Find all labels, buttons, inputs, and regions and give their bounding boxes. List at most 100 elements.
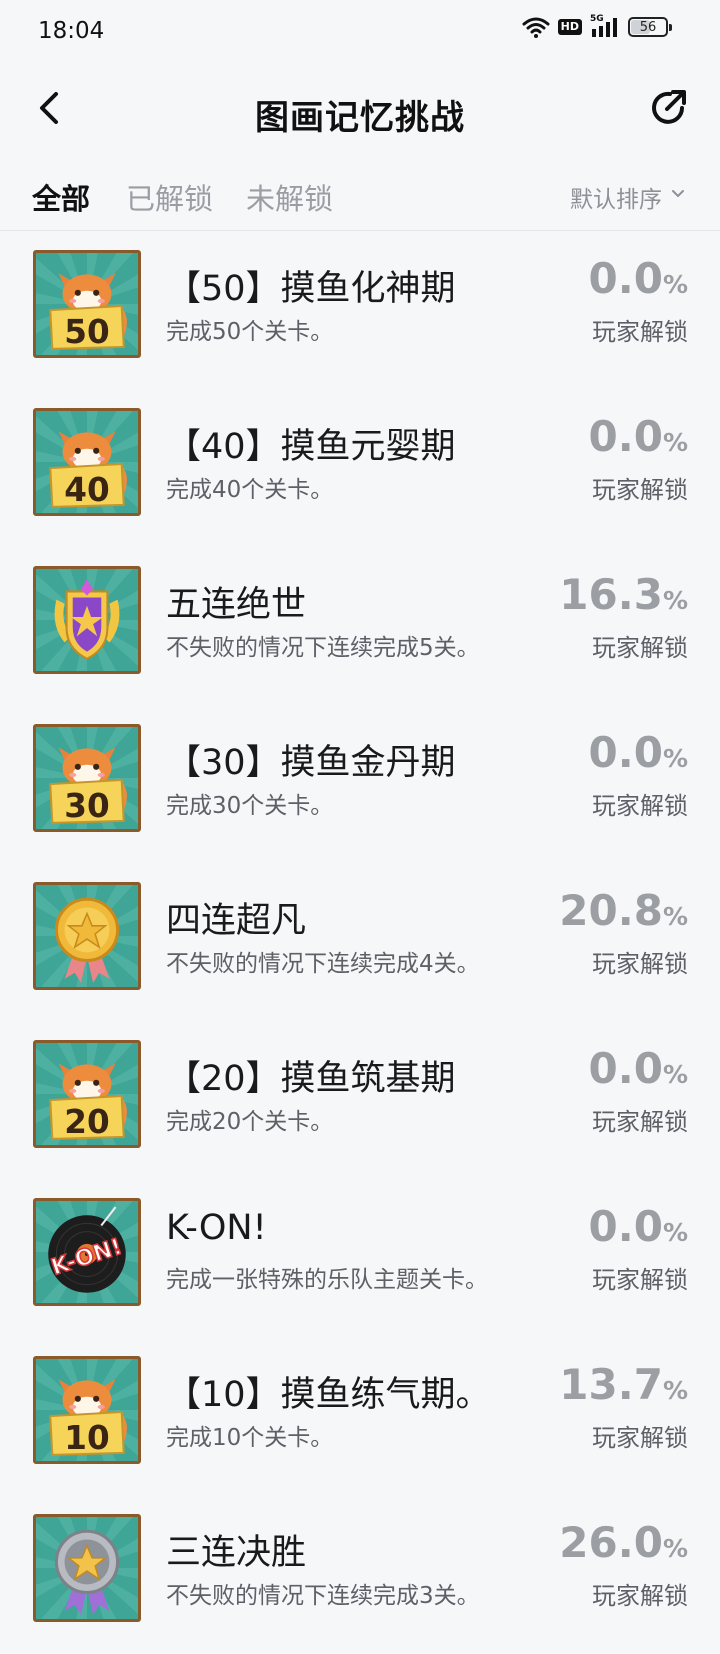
wifi-icon: [522, 17, 550, 38]
unlock-percent: 13.7%: [559, 1360, 688, 1409]
tab-locked[interactable]: 未解锁: [246, 176, 333, 218]
badge-number: 10: [64, 1419, 109, 1457]
unlock-percent-value: 0.0: [588, 1044, 663, 1093]
percent-sign: %: [662, 744, 688, 773]
achievement-row[interactable]: 50 【50】摸鱼化神期 完成50个关卡。 0.0% 玩家解锁: [0, 232, 720, 390]
unlock-percent: 0.0%: [589, 254, 688, 303]
achievement-row[interactable]: K-ON! K-ON! 完成一张特殊的乐队主题关卡。 0.0% 玩家解锁: [0, 1180, 720, 1338]
badge-art: K-ON!: [36, 1201, 138, 1303]
vinyl-record-badge-icon: K-ON!: [33, 1198, 141, 1306]
signal-icon: 5G: [590, 14, 620, 38]
badge-number: 50: [64, 313, 109, 351]
fox-10-badge-icon: 10: [33, 1356, 141, 1464]
achievement-description: 完成50个关卡。: [166, 319, 334, 345]
unlock-percent-value: 0.0: [588, 1202, 663, 1251]
status-icons: HD 5G 56: [522, 14, 672, 38]
tab-unlocked[interactable]: 已解锁: [126, 176, 213, 218]
battery-level: 56: [639, 19, 657, 35]
unlock-percent-value: 20.8: [559, 886, 663, 935]
hd-badge: HD: [557, 19, 582, 35]
achievement-description: 完成10个关卡。: [166, 1425, 334, 1451]
percent-sign: %: [662, 1218, 688, 1247]
fox-40-badge-icon: 40: [33, 408, 141, 516]
players-unlocked-label: 玩家解锁: [592, 1582, 688, 1610]
percent-sign: %: [662, 902, 688, 931]
title-bar: 图画记忆挑战: [0, 70, 720, 160]
fox-20-badge-icon: 20: [33, 1040, 141, 1148]
badge-art: [36, 885, 138, 987]
achievement-title: 四连超凡: [166, 901, 307, 941]
players-unlocked-label: 玩家解锁: [592, 1266, 688, 1294]
achievement-title: 【40】摸鱼元婴期: [166, 427, 456, 467]
achievement-row[interactable]: 四连超凡 不失败的情况下连续完成4关。 20.8% 玩家解锁: [0, 864, 720, 1022]
badge-number: 20: [64, 1103, 109, 1141]
achievement-list: 50 【50】摸鱼化神期 完成50个关卡。 0.0% 玩家解锁 40 【40】摸…: [0, 232, 720, 1654]
achievement-row[interactable]: 30 【30】摸鱼金丹期 完成30个关卡。 0.0% 玩家解锁: [0, 706, 720, 864]
percent-sign: %: [662, 428, 688, 457]
players-unlocked-label: 玩家解锁: [592, 1108, 688, 1136]
achievement-title: 【20】摸鱼筑基期: [166, 1059, 456, 1099]
players-unlocked-label: 玩家解锁: [592, 1424, 688, 1452]
achievement-description: 不失败的情况下连续完成5关。: [166, 635, 480, 661]
unlock-percent: 20.8%: [559, 886, 688, 935]
players-unlocked-label: 玩家解锁: [592, 792, 688, 820]
unlock-percent: 0.0%: [589, 728, 688, 777]
players-unlocked-label: 玩家解锁: [592, 318, 688, 346]
players-unlocked-label: 玩家解锁: [592, 476, 688, 504]
badge-art: [36, 1517, 138, 1619]
battery-icon: 56: [628, 17, 672, 37]
badge-art: 40: [36, 411, 138, 513]
percent-sign: %: [662, 270, 688, 299]
unlock-percent-value: 26.0: [559, 1518, 663, 1567]
percent-sign: %: [662, 1060, 688, 1089]
achievement-row[interactable]: 三连决胜 不失败的情况下连续完成3关。 26.0% 玩家解锁: [0, 1496, 720, 1654]
achievement-title: 三连决胜: [166, 1533, 307, 1573]
achievement-row[interactable]: 20 【20】摸鱼筑基期 完成20个关卡。 0.0% 玩家解锁: [0, 1022, 720, 1180]
status-bar: 18:04 HD 5G 56: [0, 0, 720, 64]
percent-sign: %: [662, 1534, 688, 1563]
unlock-percent: 0.0%: [589, 1202, 688, 1251]
unlock-percent-value: 0.0: [588, 412, 663, 461]
achievement-title: 五连绝世: [166, 585, 307, 625]
badge-art: 20: [36, 1043, 138, 1145]
fox-50-badge-icon: 50: [33, 250, 141, 358]
filter-tabs: 全部 已解锁 未解锁 默认排序: [0, 168, 720, 231]
badge-art: 30: [36, 727, 138, 829]
unlock-percent: 16.3%: [559, 570, 688, 619]
achievement-title: 【10】摸鱼练气期。: [166, 1375, 491, 1415]
achievement-title: K-ON!: [166, 1208, 267, 1248]
tab-all[interactable]: 全部: [32, 176, 90, 218]
badge-art: 10: [36, 1359, 138, 1461]
players-unlocked-label: 玩家解锁: [592, 634, 688, 662]
achievement-description: 完成一张特殊的乐队主题关卡。: [166, 1267, 488, 1293]
achievement-title: 【50】摸鱼化神期: [166, 269, 456, 309]
status-time: 18:04: [38, 18, 105, 44]
silver-medal-badge-icon: [33, 1514, 141, 1622]
achievement-description: 不失败的情况下连续完成4关。: [166, 951, 480, 977]
crown-shield-badge-icon: [33, 566, 141, 674]
achievement-description: 完成30个关卡。: [166, 793, 334, 819]
gold-medal-badge-icon: [33, 882, 141, 990]
badge-art: 50: [36, 253, 138, 355]
achievement-row[interactable]: 五连绝世 不失败的情况下连续完成5关。 16.3% 玩家解锁: [0, 548, 720, 706]
unlock-percent-value: 0.0: [588, 254, 663, 303]
unlock-percent: 0.0%: [589, 412, 688, 461]
unlock-percent: 0.0%: [589, 1044, 688, 1093]
badge-art: [36, 569, 138, 671]
fox-30-badge-icon: 30: [33, 724, 141, 832]
unlock-percent-value: 16.3: [559, 570, 663, 619]
unlock-percent-value: 0.0: [588, 728, 663, 777]
share-icon[interactable]: [646, 86, 690, 130]
page-title: 图画记忆挑战: [255, 98, 465, 138]
badge-number: 30: [64, 787, 109, 825]
unlock-percent: 26.0%: [559, 1518, 688, 1567]
percent-sign: %: [662, 586, 688, 615]
percent-sign: %: [662, 1376, 688, 1405]
sort-dropdown[interactable]: 默认排序: [570, 180, 662, 214]
achievement-description: 完成40个关卡。: [166, 477, 334, 503]
badge-number: 40: [64, 471, 109, 509]
chevron-down-icon[interactable]: [670, 186, 686, 202]
achievement-row[interactable]: 40 【40】摸鱼元婴期 完成40个关卡。 0.0% 玩家解锁: [0, 390, 720, 548]
achievement-row[interactable]: 10 【10】摸鱼练气期。 完成10个关卡。 13.7% 玩家解锁: [0, 1338, 720, 1496]
achievement-description: 不失败的情况下连续完成3关。: [166, 1583, 480, 1609]
